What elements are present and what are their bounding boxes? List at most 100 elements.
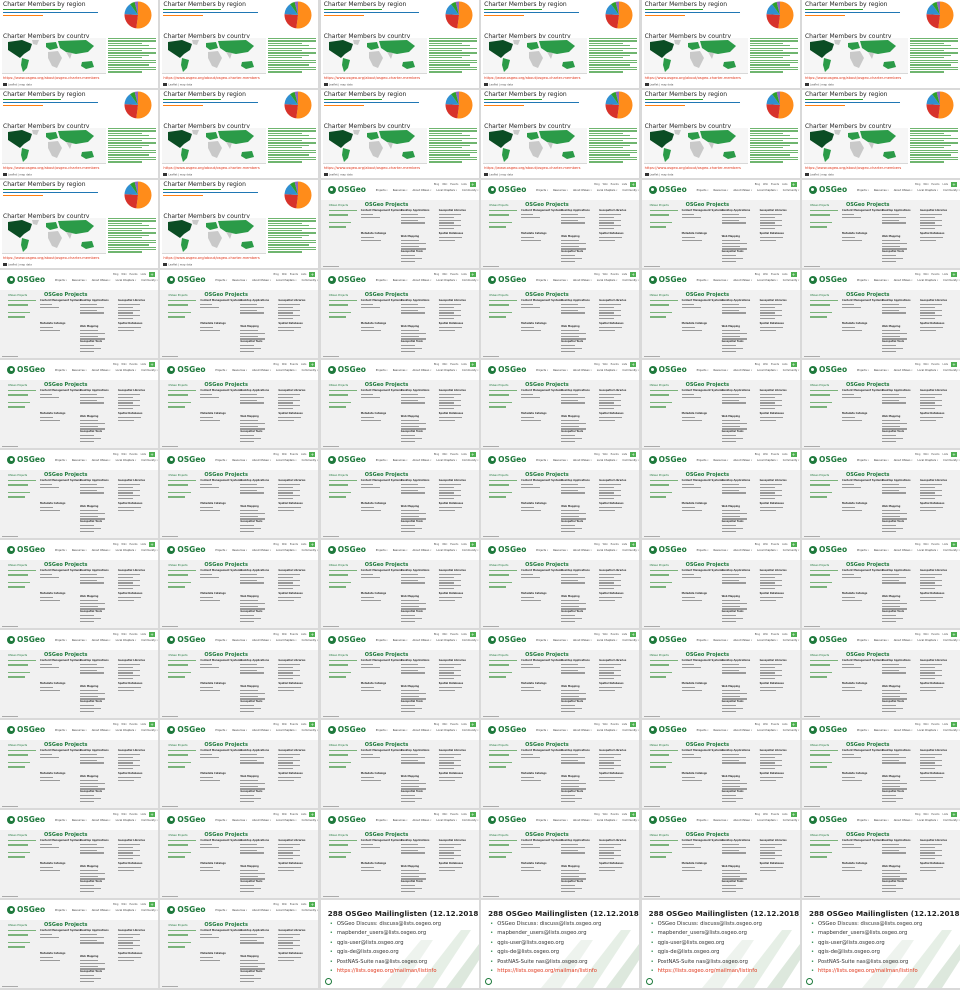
top-link[interactable]: Blog [915, 453, 920, 456]
project-link[interactable] [278, 579, 301, 581]
top-link[interactable]: Events [931, 813, 939, 816]
nav-item[interactable]: About OSGeo ▾ [92, 279, 111, 282]
nav-item[interactable]: Projects ▾ [376, 459, 388, 462]
project-link[interactable] [438, 408, 454, 410]
category-heading[interactable]: Spatial Databases [278, 592, 314, 595]
nav-item[interactable]: Projects ▾ [55, 909, 67, 912]
project-link[interactable] [841, 573, 854, 575]
project-link[interactable] [919, 579, 942, 581]
top-link[interactable]: Blog [274, 633, 279, 636]
project-link[interactable] [118, 669, 140, 671]
project-link[interactable] [40, 866, 53, 868]
top-link[interactable]: Events [771, 273, 779, 276]
project-link[interactable] [721, 869, 740, 871]
project-link[interactable] [599, 408, 615, 410]
project-link[interactable] [40, 416, 53, 418]
nav-item[interactable]: Projects ▾ [536, 279, 548, 282]
project-link[interactable] [681, 576, 701, 578]
category-heading[interactable]: Geospatial Libraries [920, 209, 956, 212]
project-link[interactable] [561, 329, 580, 331]
project-link[interactable] [521, 239, 542, 241]
project-link[interactable] [240, 692, 266, 694]
charter-members-link[interactable]: https://www.osgeo.org/about/osgeo-charte… [163, 166, 259, 170]
project-link[interactable] [80, 312, 104, 314]
sidebar-heading[interactable]: OSGeo Projects [168, 474, 196, 477]
category-heading[interactable]: Metadata Catalogs [40, 772, 76, 775]
top-link[interactable]: Events [611, 633, 619, 636]
projects-page-thumbnail[interactable]: OSGeo Blog Wiki Events Lists + Projects ▾ Re… [641, 270, 800, 358]
project-link[interactable] [919, 588, 935, 590]
project-link[interactable] [278, 666, 294, 668]
project-link[interactable] [80, 617, 101, 619]
project-link[interactable] [759, 599, 776, 601]
osgeo-logo[interactable]: OSGeo [488, 635, 526, 644]
category-heading[interactable]: Geospatial Libraries [278, 929, 314, 932]
project-link[interactable] [561, 440, 576, 442]
project-link[interactable] [240, 779, 259, 781]
project-link[interactable] [841, 213, 854, 215]
project-link[interactable] [521, 419, 542, 421]
project-link[interactable] [400, 753, 418, 755]
category-heading[interactable]: Web Mapping [80, 955, 116, 958]
project-link[interactable] [360, 869, 381, 871]
project-link[interactable] [759, 576, 775, 578]
osgeo-logo[interactable]: OSGeo [648, 275, 687, 284]
project-link[interactable] [599, 506, 623, 508]
project-link[interactable] [561, 306, 586, 308]
project-link[interactable] [400, 710, 415, 712]
top-link[interactable]: Blog [274, 453, 279, 456]
project-link[interactable] [438, 852, 454, 854]
nav-item[interactable]: Resources ▾ [553, 279, 568, 282]
category-heading[interactable]: Spatial Databases [599, 592, 635, 595]
project-link[interactable] [681, 753, 694, 755]
top-link[interactable]: Wiki [442, 813, 447, 816]
project-link[interactable] [438, 776, 462, 778]
project-link[interactable] [561, 884, 576, 886]
nav-item[interactable]: About OSGeo ▾ [894, 549, 913, 552]
project-link[interactable] [278, 759, 301, 761]
nav-item[interactable]: Projects ▾ [376, 279, 388, 282]
project-link[interactable] [721, 756, 746, 758]
nav-item[interactable]: Community ▾ [462, 189, 479, 192]
project-link[interactable] [438, 216, 454, 218]
sidebar-heading[interactable]: OSGeo Projects [489, 294, 517, 297]
project-link[interactable] [561, 245, 580, 247]
project-link[interactable] [561, 422, 587, 424]
mailman-link[interactable]: https://lists.osgeo.org/mailman/listinfo [809, 967, 922, 976]
category-heading[interactable]: Web Mapping [882, 775, 918, 778]
plus-button[interactable]: + [630, 542, 637, 547]
nav-item[interactable]: Projects ▾ [55, 549, 67, 552]
category-heading[interactable]: Desktop Applications [882, 299, 918, 302]
top-link[interactable]: Wiki [763, 363, 768, 366]
project-link[interactable] [561, 393, 579, 395]
project-link[interactable] [521, 663, 534, 665]
project-link[interactable] [438, 402, 454, 404]
project-link[interactable] [759, 498, 775, 500]
project-link[interactable] [240, 347, 262, 349]
nav-item[interactable]: About OSGeo ▾ [733, 369, 752, 372]
project-link[interactable] [599, 849, 622, 851]
projects-page-thumbnail[interactable]: OSGeo Blog Wiki Events Lists + Projects ▾ Re… [320, 720, 479, 808]
category-heading[interactable]: Spatial Databases [760, 322, 796, 325]
project-link[interactable] [759, 306, 775, 308]
top-link[interactable]: Lists [301, 903, 306, 906]
projects-page-thumbnail[interactable]: OSGeo Blog Wiki Events Lists + Projects ▾ Re… [160, 900, 319, 988]
nav-item[interactable]: Community ▾ [462, 639, 479, 642]
project-link[interactable] [841, 596, 855, 598]
project-link[interactable] [599, 312, 615, 314]
project-link[interactable] [240, 762, 265, 764]
sidebar-heading[interactable]: OSGeo Projects [650, 654, 678, 657]
project-link[interactable] [521, 576, 541, 578]
top-link[interactable]: Lists [943, 633, 948, 636]
nav-item[interactable]: Projects ▾ [536, 189, 548, 192]
top-link[interactable]: Wiki [282, 453, 287, 456]
category-heading[interactable]: Web Mapping [240, 415, 276, 418]
plus-button[interactable]: + [309, 632, 316, 637]
projects-page-thumbnail[interactable]: OSGeo Blog Wiki Events Lists + Projects ▾ Re… [320, 540, 479, 628]
project-link[interactable] [919, 495, 942, 497]
project-link[interactable] [400, 344, 415, 346]
category-heading[interactable]: Content Management Systems [521, 659, 562, 662]
project-link[interactable] [438, 596, 462, 598]
category-heading[interactable]: Spatial Databases [760, 592, 796, 595]
sidebar-heading[interactable]: OSGeo Projects [489, 204, 517, 207]
